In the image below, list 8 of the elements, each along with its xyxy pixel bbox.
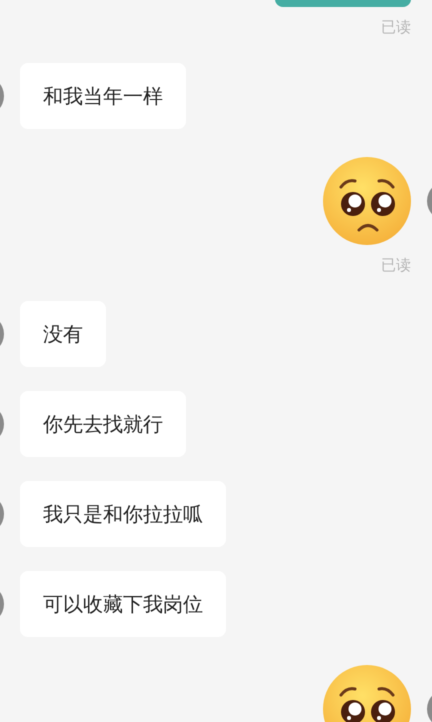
message-bubble: 我只是和你拉拉呱 — [20, 481, 226, 547]
pleading-face-emoji-icon — [323, 157, 411, 245]
message-bubble: 你先去找就行 — [20, 391, 186, 457]
message-bubble: 和我当年一样 — [20, 63, 186, 129]
message-bubble: 可以收藏下我岗位 — [20, 571, 226, 637]
read-receipt: 已读 — [381, 257, 411, 273]
message-bubble: 没有 — [20, 301, 106, 367]
read-receipt: 已读 — [381, 19, 411, 35]
